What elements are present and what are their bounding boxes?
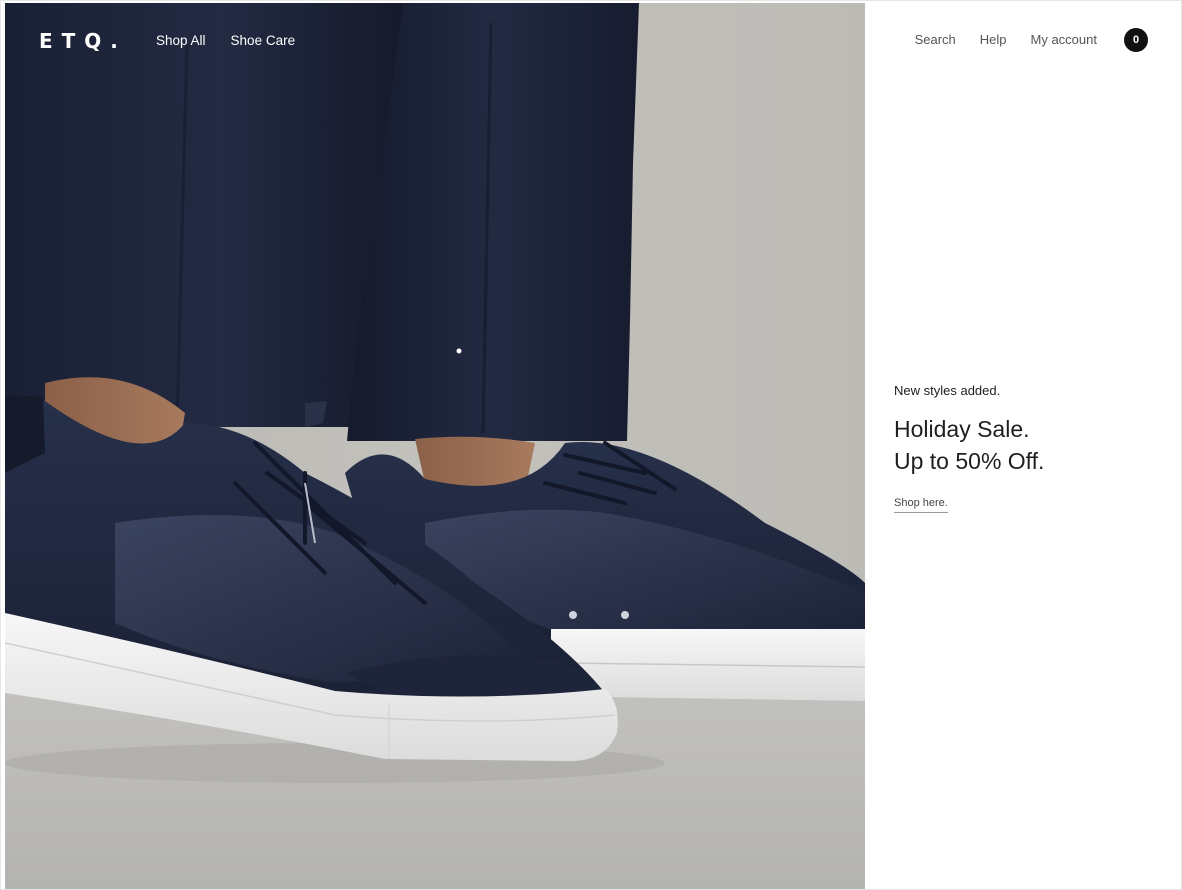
promo-headline-line-1: Holiday Sale.	[894, 416, 1030, 442]
brand-logo[interactable]: ETQ.	[39, 30, 127, 52]
page: ETQ. Shop All Shoe Care Search Help My a…	[0, 0, 1182, 890]
nav-shop-all-link[interactable]: Shop All	[156, 33, 206, 49]
search-link[interactable]: Search	[915, 32, 956, 48]
hero-illustration	[5, 3, 865, 889]
help-link[interactable]: Help	[980, 32, 1007, 48]
promo-headline-line-2: Up to 50% Off.	[894, 448, 1045, 474]
utility-nav: Search Help My account 0	[915, 28, 1148, 52]
promo-headline: Holiday Sale. Up to 50% Off.	[894, 413, 1164, 477]
promo-eyebrow: New styles added.	[894, 383, 1001, 398]
hero-image[interactable]	[5, 3, 865, 889]
my-account-link[interactable]: My account	[1031, 32, 1097, 48]
cart-count-badge[interactable]: 0	[1124, 28, 1148, 52]
promo-panel: New styles added. Holiday Sale. Up to 50…	[894, 382, 1164, 513]
nav-shoe-care-link[interactable]: Shoe Care	[231, 33, 296, 49]
shop-here-link[interactable]: Shop here.	[894, 496, 948, 513]
primary-nav: Shop All Shoe Care	[156, 33, 295, 49]
